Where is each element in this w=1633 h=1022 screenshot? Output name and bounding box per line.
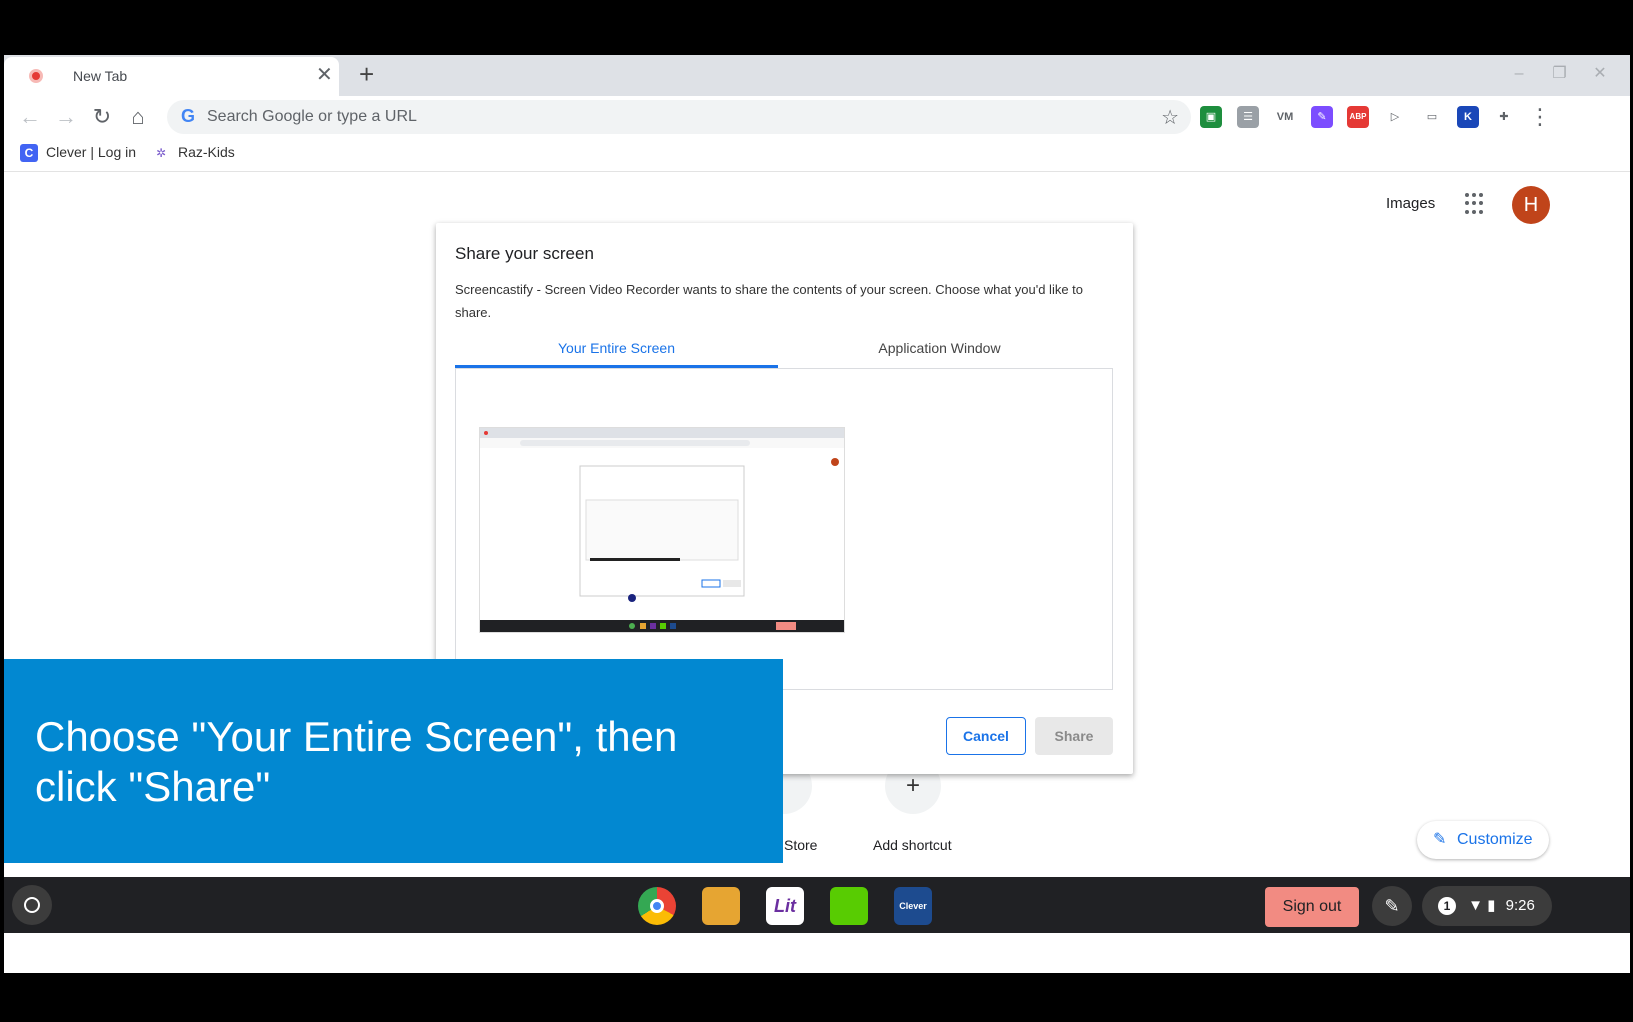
sign-out-button[interactable]: Sign out: [1265, 887, 1359, 927]
clever-icon: C: [20, 144, 38, 163]
bookmark-star-icon[interactable]: ☆: [1161, 105, 1179, 130]
vm-extension-icon[interactable]: VM: [1274, 106, 1296, 128]
screen-thumbnail-image: [480, 428, 844, 632]
browser-toolbar: ← → ↻ ⌂ G Search Google or type a URL ☆ …: [4, 96, 1630, 138]
window-controls: – ❐ ✕: [1501, 63, 1618, 83]
close-window-icon[interactable]: ✕: [1582, 63, 1618, 83]
tab-new-tab[interactable]: New Tab ✕: [4, 57, 339, 96]
os-shelf: Lit Clever Sign out ✎ 1 ▼ ▮ 9:26: [4, 877, 1630, 933]
bookmark-label: Clever | Log in: [46, 144, 137, 160]
screencastify-extension-icon[interactable]: ✎: [1311, 106, 1333, 128]
wifi-battery-icon: ▼ ▮: [1468, 897, 1496, 914]
recording-icon: [29, 69, 43, 83]
raz-kids-icon: ✲: [155, 146, 167, 161]
back-icon[interactable]: ←: [16, 103, 44, 131]
home-icon[interactable]: ⌂: [124, 103, 152, 131]
duolingo-app-icon[interactable]: [830, 887, 868, 925]
dialog-description: Screencastify - Screen Video Recorder wa…: [455, 282, 1084, 320]
record-extension-icon[interactable]: ▷: [1384, 106, 1406, 128]
chrome-app-icon[interactable]: [638, 887, 676, 925]
bookmark-label: Raz-Kids: [178, 144, 235, 160]
pencil-icon: ✎: [1433, 831, 1447, 848]
cancel-button[interactable]: Cancel: [946, 717, 1026, 755]
google-apps-icon[interactable]: [1465, 193, 1487, 215]
menu-icon[interactable]: ⋮: [1526, 103, 1554, 131]
customize-label: Customize: [1457, 831, 1533, 848]
entire-screen-thumbnail[interactable]: [479, 427, 845, 633]
tab-close-icon[interactable]: ✕: [316, 63, 333, 87]
puzzle-extensions-icon[interactable]: ✚: [1493, 106, 1515, 128]
tab-strip: New Tab ✕ + – ❐ ✕: [4, 55, 1630, 96]
dialog-title: Share your screen: [455, 244, 594, 263]
google-icon: G: [181, 106, 196, 126]
stylus-icon[interactable]: ✎: [1372, 886, 1412, 926]
restore-icon[interactable]: ❐: [1542, 63, 1578, 83]
classroom-extension-icon[interactable]: ▣: [1200, 106, 1222, 128]
customize-button[interactable]: ✎ Customize: [1417, 821, 1549, 859]
clever-app-icon[interactable]: Clever: [894, 887, 932, 925]
screen-preview-area: [455, 368, 1113, 690]
images-link[interactable]: Images: [1386, 195, 1435, 212]
shortcut-store-label[interactable]: Store: [784, 837, 817, 853]
reader-extension-icon[interactable]: ☰: [1237, 106, 1259, 128]
reload-icon[interactable]: ↻: [88, 103, 116, 131]
bookmark-clever[interactable]: C Clever | Log in: [20, 144, 137, 163]
avatar[interactable]: H: [1512, 186, 1550, 224]
share-button[interactable]: Share: [1035, 717, 1113, 755]
k-extension-icon[interactable]: K: [1457, 106, 1479, 128]
caption-text: Choose "Your Entire Screen", then click …: [35, 713, 678, 810]
instruction-caption: Choose "Your Entire Screen", then click …: [4, 659, 783, 863]
bookmark-raz-kids[interactable]: ✲ Raz-Kids: [152, 144, 235, 162]
adblock-plus-icon[interactable]: ABP: [1347, 106, 1369, 128]
tab-title: New Tab: [73, 68, 128, 84]
clock-time: 9:26: [1505, 897, 1535, 914]
minimize-icon[interactable]: –: [1501, 65, 1537, 83]
app-2-icon[interactable]: [702, 887, 740, 925]
bookmarks-bar: C Clever | Log in ✲ Raz-Kids: [4, 138, 1630, 172]
cast-extension-icon[interactable]: ▭: [1421, 106, 1443, 128]
notification-count-icon: 1: [1438, 897, 1456, 916]
browser-window: New Tab ✕ + – ❐ ✕ ← → ↻ ⌂ G Search Googl…: [4, 55, 1630, 973]
tab-application-window[interactable]: Application Window: [778, 340, 1101, 368]
new-tab-button[interactable]: +: [359, 59, 374, 89]
launcher-icon[interactable]: [12, 885, 52, 925]
forward-icon[interactable]: →: [52, 103, 80, 131]
omnibox[interactable]: G Search Google or type a URL ☆: [167, 100, 1191, 134]
add-shortcut-label[interactable]: Add shortcut: [873, 837, 952, 853]
app-3-icon[interactable]: Lit: [766, 887, 804, 925]
omnibox-placeholder: Search Google or type a URL: [207, 108, 417, 125]
tab-your-entire-screen[interactable]: Your Entire Screen: [455, 340, 778, 368]
status-tray[interactable]: 1 ▼ ▮ 9:26: [1422, 886, 1552, 926]
